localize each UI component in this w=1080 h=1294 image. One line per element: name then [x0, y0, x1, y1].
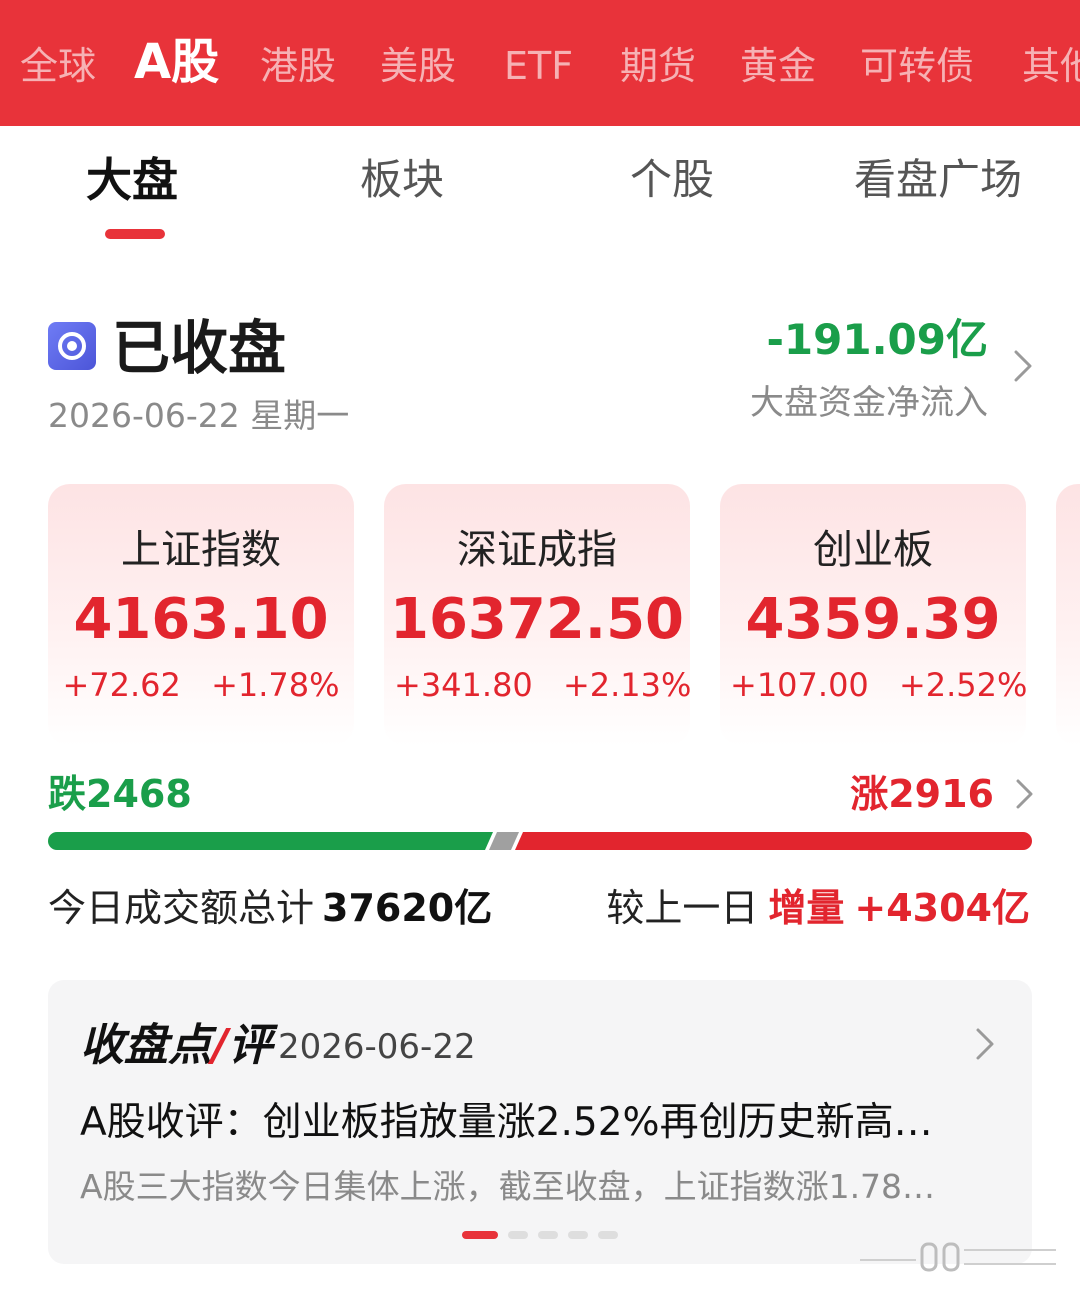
- net-fund-flow-value[interactable]: -191.09亿: [766, 312, 988, 368]
- market-status-date: 2026-06-22 星期一: [48, 396, 350, 435]
- pager-dot[interactable]: [598, 1231, 618, 1239]
- market-tab-futures[interactable]: 期货: [620, 40, 696, 92]
- pager-dot[interactable]: [568, 1231, 588, 1239]
- turnover-value: 37620亿: [322, 886, 493, 930]
- index-change: +341.80: [394, 666, 533, 704]
- pager-dot[interactable]: [538, 1231, 558, 1239]
- index-card-shanghai[interactable]: 上证指数 4163.10 +72.62 +1.78%: [48, 484, 354, 746]
- compare-label: 较上一日: [606, 886, 759, 930]
- index-change-row: +341.80 +2.13%: [384, 664, 692, 706]
- index-change-row: +107.00 +2.52%: [720, 664, 1028, 706]
- pager-dot[interactable]: [508, 1231, 528, 1239]
- rising-count[interactable]: 涨2916: [850, 768, 994, 820]
- compare-value: +4304亿: [854, 886, 1030, 930]
- market-status-title: 已收盘: [112, 314, 287, 382]
- index-change-row: +72.62 +1.78%: [48, 664, 354, 706]
- record-icon: [48, 322, 96, 370]
- flat-segment: [489, 832, 519, 850]
- chevron-right-icon[interactable]: [1006, 346, 1038, 386]
- chevron-right-icon[interactable]: [972, 1024, 998, 1064]
- review-summary: A股三大指数今日集体上涨，截至收盘，上证指数涨1.78…: [80, 1167, 936, 1206]
- turnover-summary: 今日成交额总计 37620亿: [48, 882, 492, 934]
- carousel-pager: [462, 1231, 618, 1241]
- tab-market-plaza[interactable]: 看盘广场: [854, 150, 1022, 210]
- tab-stocks[interactable]: 个股: [630, 150, 714, 210]
- watermark-logo: [860, 1242, 1056, 1272]
- index-card-chinext[interactable]: 创业板 4359.39 +107.00 +2.52%: [720, 484, 1028, 746]
- rise-segment: [515, 832, 1032, 850]
- tab-sectors[interactable]: 板块: [360, 150, 444, 210]
- index-change-percent: +2.52%: [898, 666, 1028, 704]
- market-tab-gold[interactable]: 黄金: [740, 40, 816, 92]
- review-headline[interactable]: A股收评：创业板指放量涨2.52%再创历史新高…: [80, 1096, 1010, 1150]
- falling-count[interactable]: 跌2468: [48, 768, 192, 820]
- index-value: 16372.50: [389, 587, 685, 652]
- review-date: 2026-06-22: [278, 1027, 476, 1067]
- turnover-compare: 较上一日 增量 +4304亿: [606, 882, 1030, 934]
- market-tab-us[interactable]: 美股: [380, 40, 456, 92]
- review-title-end: 评: [228, 1020, 273, 1071]
- index-name: 深证成指: [457, 527, 617, 573]
- market-tab-global[interactable]: 全球: [20, 40, 96, 92]
- active-tab-indicator: [105, 229, 165, 239]
- index-change: +107.00: [730, 666, 869, 704]
- closing-review-title: 收盘点/评: [80, 1018, 272, 1074]
- lightning-icon: /: [212, 1020, 229, 1071]
- tab-market-overview[interactable]: 大盘: [86, 150, 178, 210]
- index-change-percent: +2.13%: [562, 666, 692, 704]
- index-name: 上证指数: [121, 527, 281, 573]
- index-change: +72.62: [62, 666, 181, 704]
- review-title-main: 收盘点: [80, 1020, 212, 1071]
- net-fund-flow-label[interactable]: 大盘资金净流入: [750, 380, 988, 426]
- closing-review-card[interactable]: 收盘点/评 2026-06-22 A股收评：创业板指放量涨2.52%再创历史新高…: [48, 980, 1032, 1264]
- market-tab-hk[interactable]: 港股: [260, 40, 336, 92]
- market-tab-a-share[interactable]: A股: [134, 36, 219, 88]
- index-value: 4359.39: [745, 587, 1001, 652]
- index-card-next-peek[interactable]: [1056, 484, 1080, 746]
- index-change-percent: +1.78%: [211, 666, 340, 704]
- market-tab-convertible-bond[interactable]: 可转债: [860, 40, 974, 92]
- index-card-shenzhen[interactable]: 深证成指 16372.50 +341.80 +2.13%: [384, 484, 692, 746]
- compare-tag: 增量: [768, 886, 845, 930]
- market-tab-other[interactable]: 其他: [1022, 40, 1080, 92]
- pager-dot[interactable]: [462, 1231, 498, 1239]
- market-tab-etf[interactable]: ETF: [504, 40, 573, 92]
- rise-fall-ratio-bar: [48, 832, 1032, 850]
- chevron-right-icon[interactable]: [1012, 776, 1038, 812]
- turnover-label: 今日成交额总计: [48, 886, 315, 930]
- market-tab-bar: 全球 A股 港股 美股 ETF 期货 黄金 可转债 其他: [0, 0, 1080, 126]
- index-value: 4163.10: [73, 587, 329, 652]
- fall-segment: [48, 832, 493, 850]
- index-name: 创业板: [813, 527, 933, 573]
